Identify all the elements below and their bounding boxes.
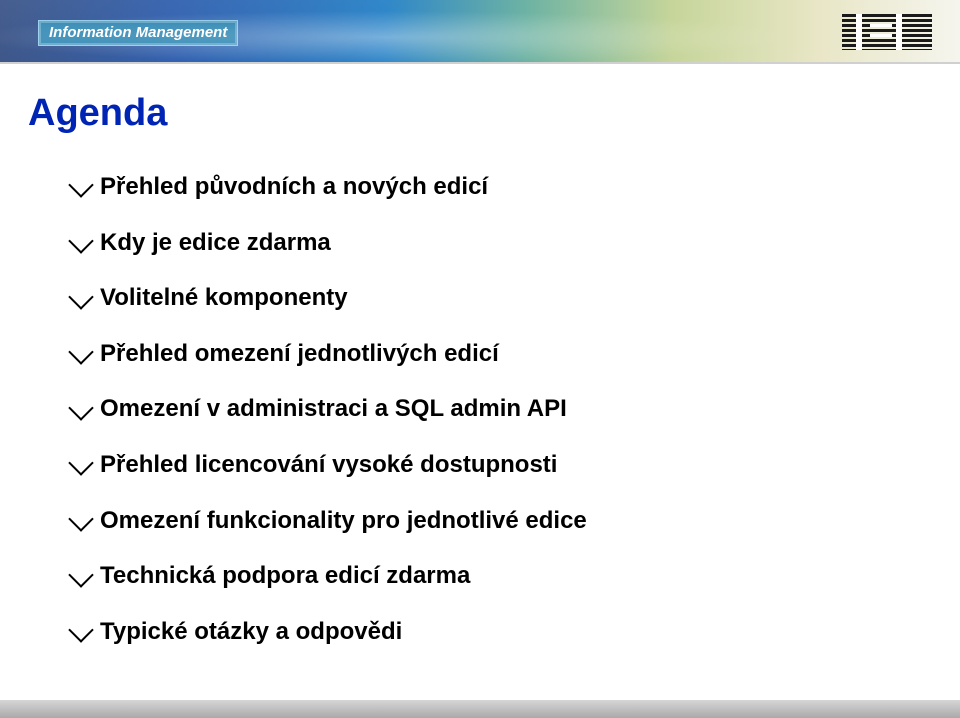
list-item: Omezení v administraci a SQL admin API xyxy=(74,395,932,423)
list-item: Kdy je edice zdarma xyxy=(74,229,932,257)
list-item: Omezení funkcionality pro jednotlivé edi… xyxy=(74,507,932,535)
list-item: Přehled omezení jednotlivých edicí xyxy=(74,340,932,368)
bullet-list: Přehled původních a nových edicí Kdy je … xyxy=(28,173,932,645)
list-item: Přehled původních a nových edicí xyxy=(74,173,932,201)
ibm-logo-icon xyxy=(842,14,932,50)
brand-badge: Information Management xyxy=(38,20,238,46)
brand-label: Information Management xyxy=(49,24,227,41)
page-title: Agenda xyxy=(28,92,932,135)
footer-bar xyxy=(0,700,960,718)
slide-header: Information Management xyxy=(0,0,960,64)
list-item: Přehled licencování vysoké dostupnosti xyxy=(74,451,932,479)
slide: Information Management xyxy=(0,0,960,718)
slide-content: Agenda Přehled původních a nových edicí … xyxy=(0,64,960,645)
list-item: Technická podpora edicí zdarma xyxy=(74,562,932,590)
list-item: Typické otázky a odpovědi xyxy=(74,618,932,646)
list-item: Volitelné komponenty xyxy=(74,284,932,312)
